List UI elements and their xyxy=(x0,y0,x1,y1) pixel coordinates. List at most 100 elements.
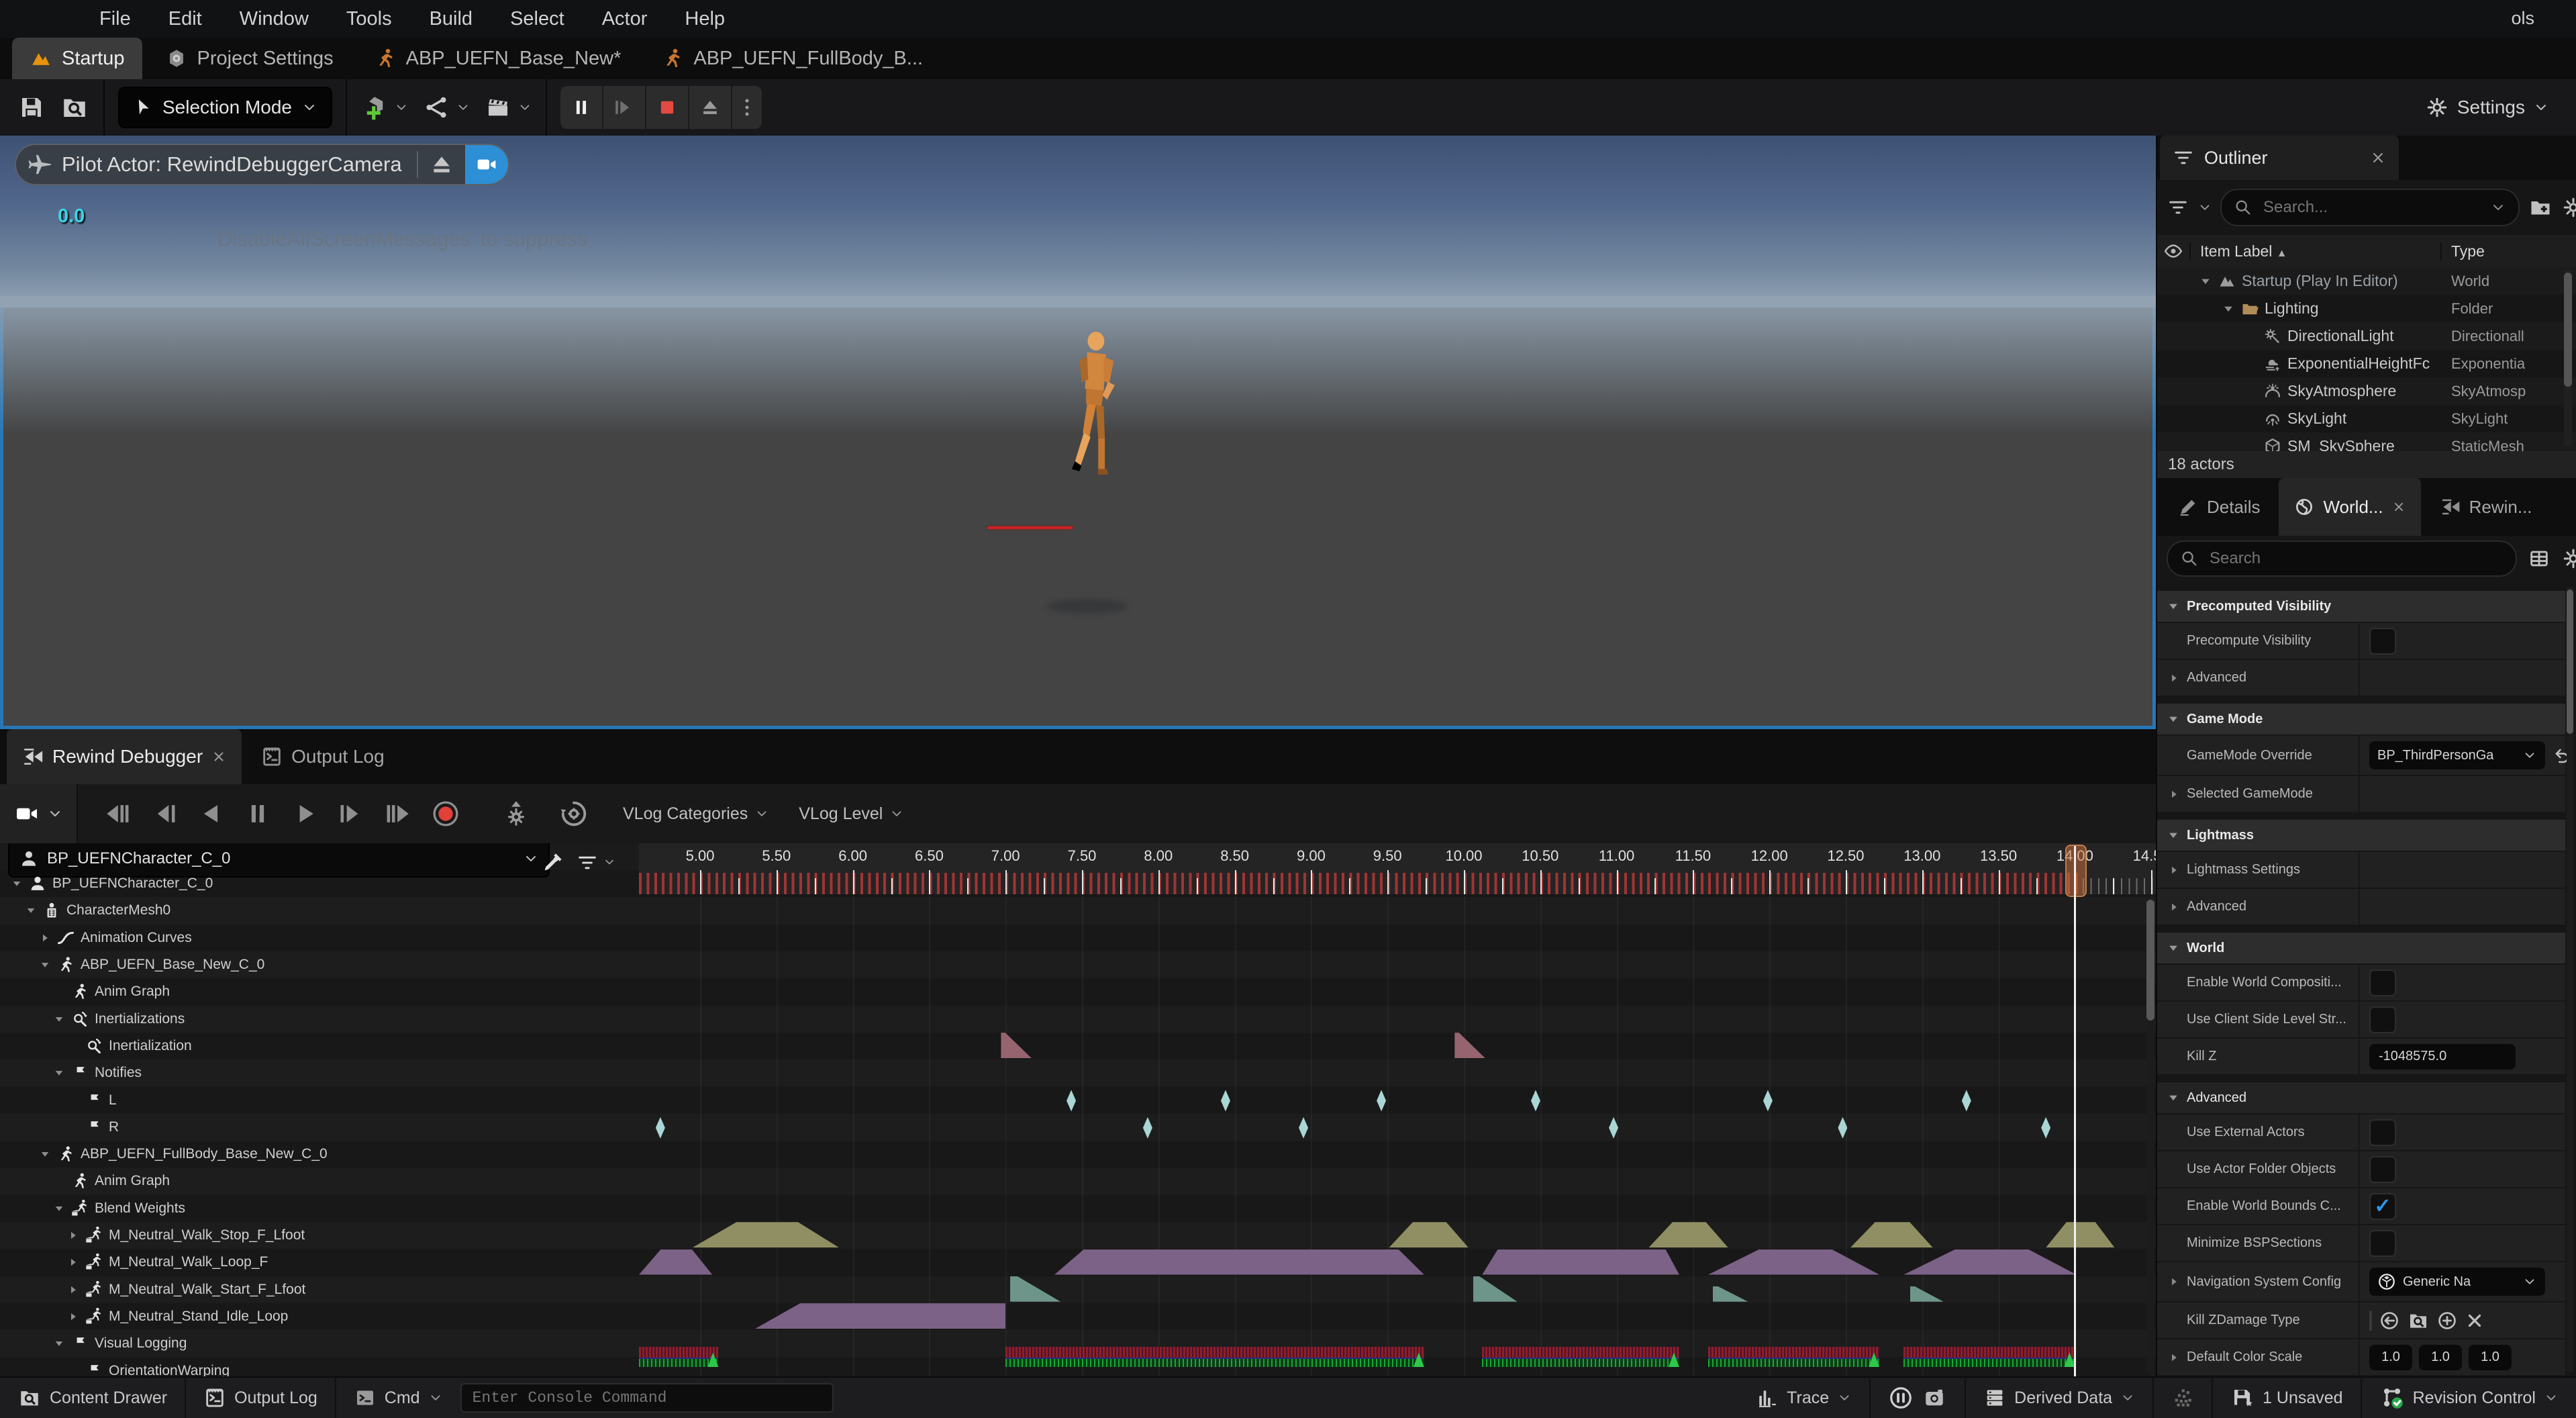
timeline-camera-dropdown[interactable] xyxy=(0,784,78,843)
caret-right-icon[interactable] xyxy=(67,1311,79,1323)
outliner-search[interactable] xyxy=(2220,189,2520,226)
gear-icon[interactable] xyxy=(2561,547,2576,571)
unsaved-button[interactable]: 1 Unsaved xyxy=(2213,1378,2362,1418)
doc-tab-2[interactable]: Project Settings xyxy=(148,38,351,79)
details-row-iconrow[interactable]: Kill ZDamage Type xyxy=(2157,1303,2565,1338)
details-row-collapsed[interactable]: Selected GameMode xyxy=(2157,776,2565,812)
menu-item-build[interactable]: Build xyxy=(411,0,492,38)
jump-start-button[interactable] xyxy=(102,799,132,829)
content-drawer-button[interactable]: Content Drawer xyxy=(0,1378,186,1418)
details-row-check[interactable]: Enable World Compositi... xyxy=(2157,965,2565,1000)
blueprints-button[interactable] xyxy=(422,93,470,122)
insights-buttons[interactable] xyxy=(1871,1378,1966,1418)
checkbox[interactable]: ✓ xyxy=(2369,1193,2396,1220)
tree-row[interactable]: L xyxy=(0,1086,639,1113)
chevron-down-icon[interactable] xyxy=(2197,200,2212,215)
clear-icon[interactable] xyxy=(2465,1311,2485,1331)
record-button[interactable] xyxy=(431,799,460,829)
cinematics-button[interactable] xyxy=(484,93,532,122)
trace-dropdown[interactable]: Trace xyxy=(1738,1378,1871,1418)
rewind-tab-2[interactable]: Output Log xyxy=(246,729,399,784)
close-icon[interactable] xyxy=(2369,149,2387,167)
insights-pause-icon[interactable] xyxy=(1888,1385,1914,1411)
use-selected-asset-icon[interactable] xyxy=(2379,1310,2400,1331)
close-icon[interactable] xyxy=(211,749,227,765)
tree-row[interactable]: Anim Graph xyxy=(0,1168,639,1194)
doc-tab-4[interactable]: ABP_UEFN_FullBody_B... xyxy=(644,38,940,79)
col-item-label[interactable]: Item Label ▲ xyxy=(2189,242,2440,261)
timeline-scrollbar[interactable] xyxy=(2146,897,2154,1374)
browse-asset-icon[interactable] xyxy=(2407,1310,2430,1331)
vlog-settings-icon[interactable] xyxy=(558,798,589,829)
playback-options-button[interactable] xyxy=(731,86,762,129)
caret-down-icon[interactable] xyxy=(2167,941,2180,955)
details-tab-2[interactable]: World... xyxy=(2279,478,2420,536)
value-input[interactable]: 1.0 xyxy=(2469,1345,2512,1370)
tree-row[interactable]: OrientationWarping xyxy=(0,1357,639,1376)
vlog-level-dropdown[interactable]: VLog Level xyxy=(799,804,904,824)
character-mannequin[interactable] xyxy=(1059,329,1126,483)
caret-down-icon[interactable] xyxy=(2199,275,2212,288)
tab-outliner[interactable]: Outliner xyxy=(2160,136,2399,180)
caret-down-icon[interactable] xyxy=(39,959,51,971)
tree-row[interactable]: R xyxy=(0,1114,639,1141)
menu-item-window[interactable]: Window xyxy=(221,0,328,38)
details-row-group[interactable]: Advanced xyxy=(2157,1082,2565,1113)
tree-row[interactable]: Anim Graph xyxy=(0,978,639,1005)
tree-row[interactable]: M_Neutral_Walk_Stop_F_Lfoot xyxy=(0,1222,639,1249)
details-row-collapsed[interactable]: Advanced xyxy=(2157,889,2565,925)
console-command-input[interactable] xyxy=(460,1383,834,1413)
plus-circle-icon[interactable] xyxy=(2436,1310,2458,1331)
tree-row[interactable]: Visual Logging xyxy=(0,1330,639,1357)
chevron-down-icon[interactable] xyxy=(603,855,616,869)
value-input[interactable]: 1.0 xyxy=(2419,1345,2462,1370)
value-input[interactable]: -1048575.0 xyxy=(2369,1044,2516,1070)
shader-status-button[interactable] xyxy=(2154,1378,2213,1418)
selection-mode-dropdown[interactable]: Selection Mode xyxy=(118,87,332,128)
caret-right-icon[interactable] xyxy=(2168,788,2180,800)
details-search-input[interactable] xyxy=(2208,549,2504,569)
tree-row[interactable]: M_Neutral_Walk_Start_F_Lfoot xyxy=(0,1276,639,1303)
outliner-search-input[interactable] xyxy=(2262,197,2481,218)
pilot-actor-pill[interactable]: Pilot Actor: RewindDebuggerCamera xyxy=(15,144,509,185)
jump-end-button[interactable] xyxy=(384,799,413,829)
caret-down-icon[interactable] xyxy=(2167,1091,2180,1104)
outliner-row[interactable]: SM_SkySphereStaticMesh xyxy=(2157,432,2576,451)
checkbox[interactable] xyxy=(2369,1156,2396,1183)
outliner-row[interactable]: ExponentialHeightFcExponentia xyxy=(2157,350,2576,377)
caret-down-icon[interactable] xyxy=(53,1013,65,1025)
value-dropdown[interactable]: BP_ThirdPersonGa xyxy=(2369,741,2545,769)
rewind-tab-1[interactable]: Rewind Debugger xyxy=(7,729,242,784)
caret-right-icon[interactable] xyxy=(2168,672,2180,684)
tree-row[interactable]: CharacterMesh0 xyxy=(0,897,639,924)
eject-button[interactable] xyxy=(688,86,731,129)
revision-control-dropdown[interactable]: Revision Control xyxy=(2362,1378,2576,1418)
checkbox[interactable] xyxy=(2369,1119,2396,1146)
caret-right-icon[interactable] xyxy=(67,1256,79,1268)
checkbox[interactable] xyxy=(2369,970,2396,996)
details-row-triple[interactable]: Default Color Scale1.01.01.0 xyxy=(2157,1339,2565,1375)
details-row-collapsed[interactable]: Advanced xyxy=(2157,660,2565,696)
caret-down-icon[interactable] xyxy=(2167,712,2180,726)
menu-item-edit[interactable]: Edit xyxy=(150,0,221,38)
details-row-section[interactable]: Game Mode xyxy=(2157,704,2565,735)
tree-row[interactable]: M_Neutral_Walk_Loop_F xyxy=(0,1249,639,1276)
menu-item-tools[interactable]: Tools xyxy=(328,0,411,38)
outliner-row[interactable]: LightingFolder xyxy=(2157,295,2576,322)
settings-dropdown[interactable]: Settings xyxy=(2425,79,2549,136)
caret-down-icon[interactable] xyxy=(53,1202,65,1215)
caret-down-icon[interactable] xyxy=(2222,302,2235,316)
eject-pilot-icon[interactable] xyxy=(426,151,457,178)
tree-row[interactable]: Blend Weights xyxy=(0,1195,639,1222)
caret-down-icon[interactable] xyxy=(39,1148,51,1160)
caret-right-icon[interactable] xyxy=(2168,901,2180,913)
caret-down-icon[interactable] xyxy=(2167,600,2180,613)
menu-item-actor[interactable]: Actor xyxy=(583,0,666,38)
caret-right-icon[interactable] xyxy=(67,1229,79,1241)
rewind-settings-icon[interactable] xyxy=(501,798,532,829)
skip-button[interactable] xyxy=(602,86,645,129)
tree-row[interactable]: M_Neutral_Stand_Idle_Loop xyxy=(0,1303,639,1330)
filter-icon[interactable] xyxy=(2167,196,2189,219)
step-back-button[interactable] xyxy=(149,799,179,829)
playhead-line[interactable] xyxy=(2074,846,2076,1376)
